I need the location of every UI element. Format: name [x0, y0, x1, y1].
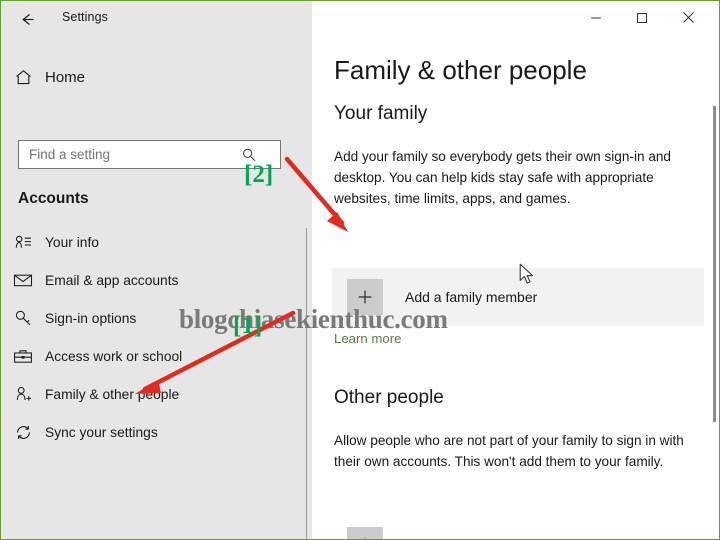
sidebar-item-email-app-accounts[interactable]: Email & app accounts [1, 261, 301, 299]
search-box[interactable] [18, 140, 281, 169]
add-someone-else-button[interactable]: Add someone else to this PC [332, 519, 704, 539]
sidebar-item-your-info[interactable]: Your info [1, 223, 301, 261]
page-title: Family & other people [334, 55, 587, 85]
plus-icon [347, 279, 383, 315]
minimize-button[interactable] [573, 1, 619, 34]
main-content: Family & other people Your family Add yo… [312, 38, 719, 539]
back-arrow-icon[interactable] [12, 6, 42, 32]
maximize-button[interactable] [619, 1, 665, 34]
plus-icon [347, 527, 383, 539]
person-list-icon [1, 234, 45, 251]
other-people-heading: Other people [334, 387, 444, 408]
sidebar-item-sign-in-options[interactable]: Sign-in options [1, 299, 301, 337]
search-icon[interactable] [241, 147, 257, 163]
key-icon [1, 309, 45, 328]
title-bar: Settings [1, 1, 719, 38]
sidebar-nav-list: Your info Email & app accounts Sign-in o… [1, 223, 301, 451]
sidebar-item-access-work-or-school[interactable]: Access work or school [1, 337, 301, 375]
sidebar-item-home[interactable]: Home [1, 60, 301, 94]
sidebar-item-sign-in-options-label: Sign-in options [45, 310, 137, 326]
sidebar-item-sync-your-settings[interactable]: Sync your settings [1, 413, 301, 451]
add-someone-else-label: Add someone else to this PC [405, 537, 586, 539]
other-people-description: Allow people who are not part of your fa… [334, 433, 684, 469]
sidebar-item-email-app-accounts-label: Email & app accounts [45, 272, 179, 288]
your-family-description: Add your family so everybody gets their … [334, 149, 671, 206]
sidebar-item-home-label: Home [45, 68, 86, 86]
sidebar-item-sync-your-settings-label: Sync your settings [45, 424, 158, 440]
person-add-icon [1, 385, 45, 404]
sidebar-item-your-info-label: Your info [45, 234, 99, 250]
envelope-icon [1, 272, 45, 288]
sidebar-item-family-other-people[interactable]: Family & other people [1, 375, 301, 413]
close-button[interactable] [665, 1, 711, 34]
home-icon [1, 68, 45, 87]
settings-window: Settings Home Find a setting Accounts Yo… [0, 0, 720, 540]
window-title: Settings [62, 10, 108, 24]
sidebar: Home Accounts You [1, 38, 312, 539]
sidebar-item-access-work-or-school-label: Access work or school [45, 348, 183, 364]
your-family-heading: Your family [334, 103, 428, 124]
sidebar-item-family-other-people-label: Family & other people [45, 386, 180, 402]
search-input[interactable] [29, 147, 239, 162]
sync-icon [1, 423, 45, 442]
add-family-member-label: Add a family member [405, 289, 538, 305]
main-scrollbar-thumb[interactable] [713, 106, 716, 422]
sidebar-scrollbar[interactable] [306, 228, 307, 539]
sidebar-section-label: Accounts [18, 190, 89, 207]
learn-more-link[interactable]: Learn more [334, 331, 401, 346]
briefcase-icon [1, 348, 45, 365]
add-family-member-button[interactable]: Add a family member [332, 268, 704, 326]
